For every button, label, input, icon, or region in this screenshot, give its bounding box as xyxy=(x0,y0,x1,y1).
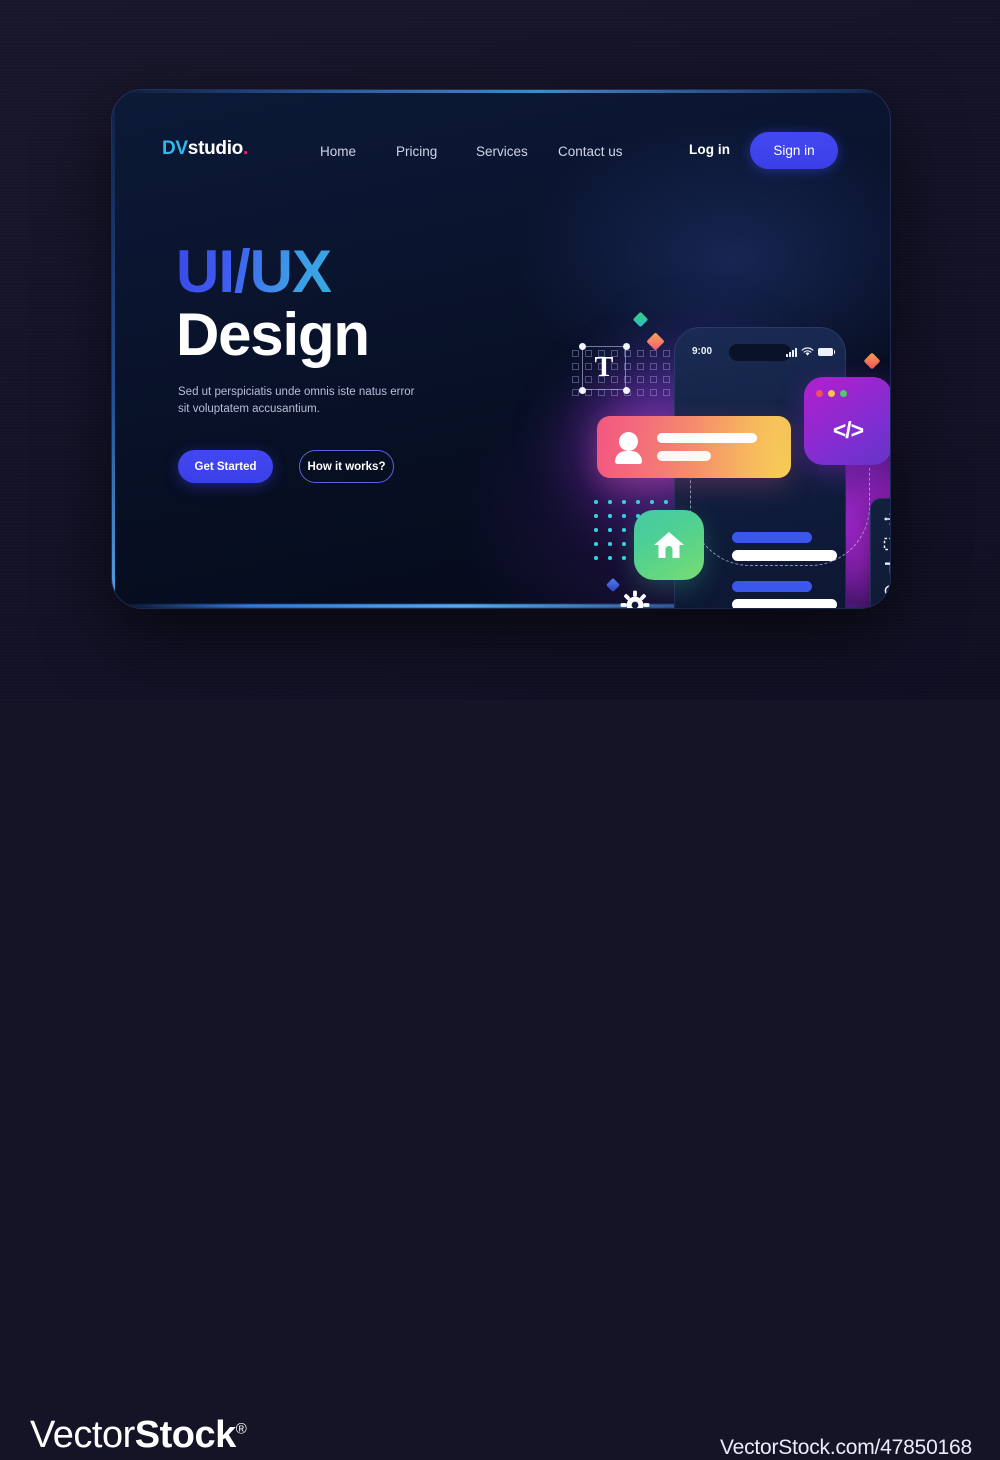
signal-bars-icon xyxy=(786,348,797,357)
handle-top-left[interactable] xyxy=(579,343,586,350)
cta-row: Get Started How it works? xyxy=(178,450,394,483)
nav-link-pricing[interactable]: Pricing xyxy=(396,142,456,162)
vectorstock-logo-thin: Vector xyxy=(30,1414,135,1456)
nav-link-services[interactable]: Services xyxy=(476,142,546,162)
vectorstock-logo: VectorStock® xyxy=(30,1416,246,1454)
placeholder-line-long xyxy=(657,433,757,443)
gear-icon[interactable] xyxy=(620,590,650,608)
battery-icon xyxy=(818,348,833,356)
phone-status-time: 9:00 xyxy=(692,346,712,357)
registered-mark: ® xyxy=(236,1420,247,1437)
footer-bar: VectorStock® VectorStock.com/47850168 xyxy=(0,700,1000,780)
hero-card: DVstudio. Home Pricing Services Contact … xyxy=(112,90,890,608)
window-traffic-lights xyxy=(816,390,847,397)
wifi-icon xyxy=(801,347,814,357)
panel-line-blue-2 xyxy=(732,581,812,592)
diamond-blue-left-icon xyxy=(606,578,620,592)
illustration-stage: 9:00 xyxy=(452,200,890,608)
marquee-select-icon[interactable] xyxy=(882,535,890,553)
panel-line-white-2 xyxy=(732,599,837,608)
handle-bottom-right[interactable] xyxy=(623,387,630,394)
panel-line-white-1 xyxy=(732,550,837,561)
logo-dv: DV xyxy=(162,138,188,159)
how-it-works-button[interactable]: How it works? xyxy=(299,450,394,483)
get-started-button[interactable]: Get Started xyxy=(178,450,273,483)
phone-notch xyxy=(729,344,791,361)
diamond-red-icon xyxy=(864,353,881,370)
user-avatar-icon xyxy=(615,432,643,462)
vectorstock-url: VectorStock.com/47850168 xyxy=(720,1436,972,1460)
brand-logo[interactable]: DVstudio. xyxy=(162,138,248,160)
headline-line-2: Design xyxy=(176,305,369,365)
nav-link-home[interactable]: Home xyxy=(320,142,380,162)
home-icon xyxy=(652,529,686,561)
profile-placeholder-lines xyxy=(657,433,757,461)
handle-top-right[interactable] xyxy=(623,343,630,350)
code-window: </> xyxy=(804,377,890,465)
placeholder-line-short xyxy=(657,451,711,461)
navbar: DVstudio. Home Pricing Services Contact … xyxy=(112,90,890,202)
signin-button[interactable]: Sign in xyxy=(750,132,838,169)
hero-subcopy: Sed ut perspiciatis unde omnis iste natu… xyxy=(178,384,428,419)
diamond-green-icon xyxy=(633,312,649,328)
vectorstock-logo-bold: Stock xyxy=(135,1414,236,1456)
move-icon[interactable] xyxy=(882,510,890,528)
code-glyph-icon: </> xyxy=(804,417,890,444)
panel-line-blue-1 xyxy=(732,532,812,543)
content-panel-lines xyxy=(732,532,837,608)
text-icon[interactable] xyxy=(882,559,890,577)
headline-line-1: UI/UX xyxy=(176,242,331,302)
logo-studio: studio xyxy=(188,138,243,159)
magnifier-icon[interactable] xyxy=(882,583,890,601)
nav-link-contact-us[interactable]: Contact us xyxy=(558,142,648,162)
logo-dot: . xyxy=(243,138,248,159)
home-app-icon[interactable] xyxy=(634,510,704,580)
profile-card xyxy=(597,416,791,478)
text-tool-selection[interactable]: T xyxy=(582,346,626,390)
login-button[interactable]: Log in xyxy=(689,142,730,157)
editor-toolbar xyxy=(870,498,890,608)
handle-bottom-left[interactable] xyxy=(579,387,586,394)
text-glyph: T xyxy=(582,346,626,390)
page-canvas: DVstudio. Home Pricing Services Contact … xyxy=(0,0,1000,700)
phone-status-icons xyxy=(786,347,833,357)
